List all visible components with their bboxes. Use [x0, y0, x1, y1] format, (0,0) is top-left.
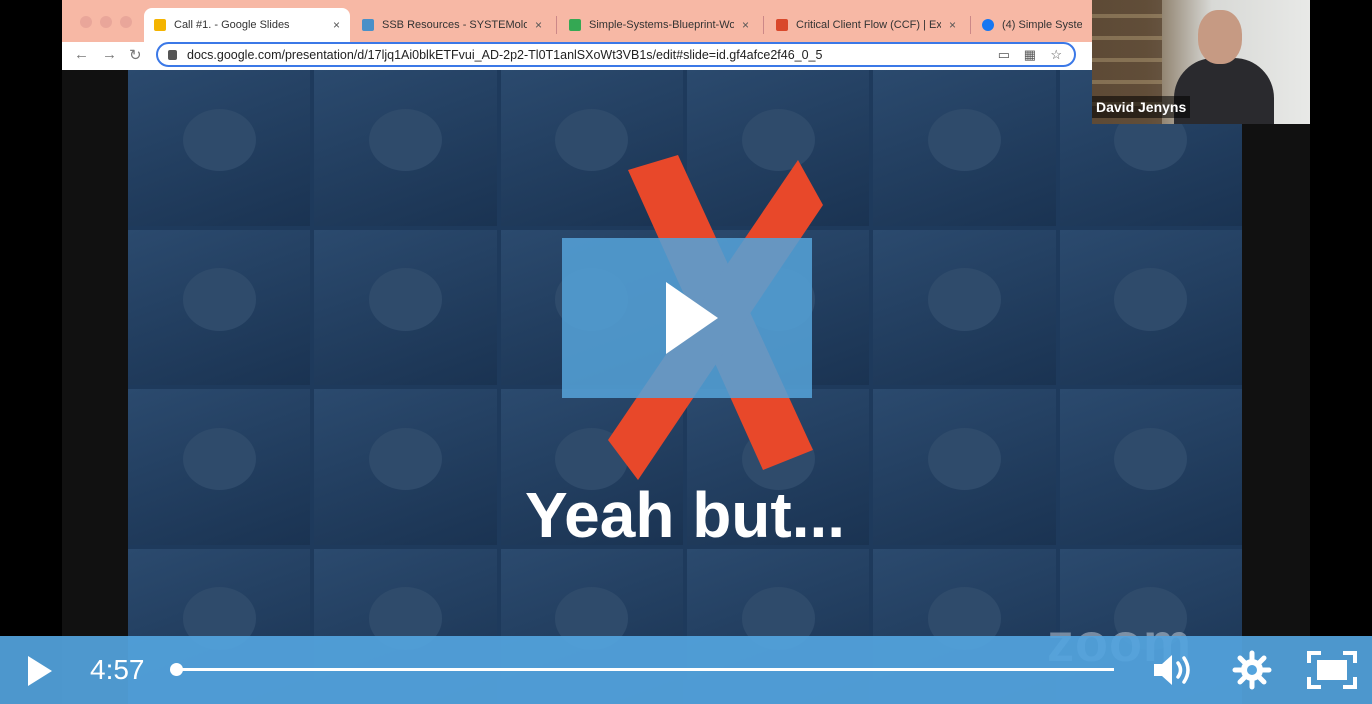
lock-icon — [168, 49, 177, 60]
play-icon — [666, 282, 718, 354]
presenter-head — [1198, 10, 1242, 64]
collage-photo — [128, 229, 311, 385]
tab-divider — [970, 16, 971, 34]
collage-photo — [314, 70, 497, 226]
back-icon[interactable]: ← — [74, 46, 89, 63]
close-icon[interactable]: × — [742, 18, 749, 32]
collage-photo — [1059, 229, 1242, 385]
collage-photo — [128, 70, 311, 226]
forward-icon[interactable]: → — [102, 46, 117, 63]
collage-photo — [314, 229, 497, 385]
tab-strip: Call #1. - Google Slides × SSB Resources… — [62, 0, 1092, 42]
collage-photo — [873, 70, 1056, 226]
presenter-name: David Jenyns — [1092, 96, 1191, 118]
facebook-icon — [982, 19, 994, 31]
collage-photo — [873, 229, 1056, 385]
tab-ssb-resources[interactable]: SSB Resources - SYSTEMology × — [352, 8, 552, 42]
progress-scrubber[interactable] — [170, 663, 183, 676]
tab-critical-client-flow[interactable]: Critical Client Flow (CCF) | Exe × — [766, 8, 966, 42]
office-icon — [776, 19, 788, 31]
play-icon[interactable] — [28, 656, 52, 686]
tab-divider — [556, 16, 557, 34]
qr-code-icon[interactable]: ▦ — [1024, 47, 1036, 63]
tab-simple-systems-blueprint[interactable]: Simple-Systems-Blueprint-Wo × — [559, 8, 759, 42]
close-icon[interactable]: × — [333, 18, 340, 32]
slide-headline: Yeah but... — [524, 479, 846, 551]
close-icon[interactable]: × — [535, 18, 542, 32]
tab-divider — [763, 16, 764, 34]
progress-track[interactable] — [176, 668, 1114, 671]
tab-title: Call #1. - Google Slides — [174, 19, 290, 31]
slides-icon — [154, 19, 166, 31]
close-icon[interactable]: × — [949, 18, 956, 32]
current-time: 4:57 — [90, 654, 145, 685]
tab-title: SSB Resources - SYSTEMology — [382, 19, 527, 31]
google-drive-icon — [569, 19, 581, 31]
tab-facebook[interactable]: (4) Simple System — [972, 8, 1092, 42]
player-controls: 4:57 — [0, 636, 1372, 704]
reload-icon[interactable]: ↻ — [129, 46, 142, 64]
bookmark-star-icon[interactable]: ☆ — [1050, 47, 1062, 63]
browser-toolbar: ← → ↻ docs.google.com/presentation/d/17l… — [62, 42, 1092, 70]
settings-icon[interactable] — [1232, 650, 1272, 690]
tab-title: Critical Client Flow (CCF) | Exe — [796, 19, 941, 31]
address-bar[interactable]: docs.google.com/presentation/d/17ljq1Ai0… — [156, 42, 1076, 67]
play-overlay-button[interactable] — [562, 238, 812, 398]
tab-title: (4) Simple System — [1002, 19, 1082, 31]
fullscreen-icon[interactable] — [1306, 650, 1358, 690]
tab-google-slides[interactable]: Call #1. - Google Slides × — [144, 8, 350, 42]
cast-icon[interactable]: ▭ — [998, 47, 1010, 63]
volume-icon[interactable] — [1150, 650, 1194, 690]
url-text: docs.google.com/presentation/d/17ljq1Ai0… — [187, 47, 823, 62]
window-controls[interactable] — [80, 16, 132, 28]
systemology-icon — [362, 19, 374, 31]
presenter-video: David Jenyns — [1092, 0, 1310, 124]
browser-window: Call #1. - Google Slides × SSB Resources… — [62, 0, 1092, 70]
tab-title: Simple-Systems-Blueprint-Wo — [589, 19, 734, 31]
